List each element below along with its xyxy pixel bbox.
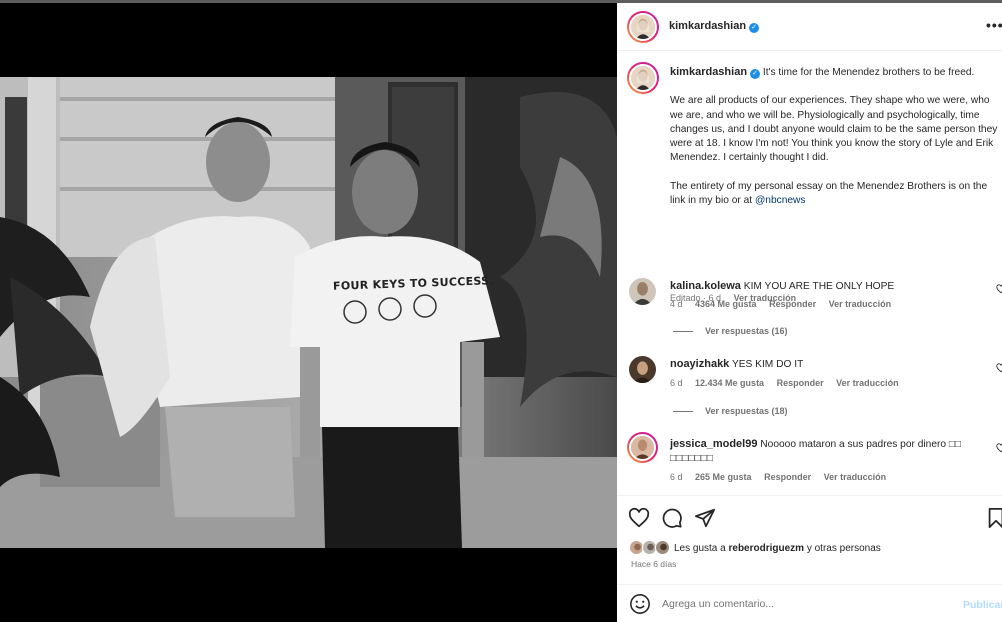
caption-mention-link[interactable]: @nbcnews (755, 195, 806, 206)
comment-likes-count[interactable]: 265 Me gusta (695, 472, 752, 482)
replies-dash (673, 411, 693, 413)
comment-username[interactable]: jessica_model99 (670, 438, 757, 450)
comment-body: YES KIM DO IT (731, 359, 804, 370)
add-comment-bar: Publicar (617, 584, 1002, 622)
post-side-panel: kimkardashian ✓ ••• kimkardashian ✓ It's t… (617, 3, 1002, 622)
author-username[interactable]: kimkardashian ✓ (669, 20, 760, 33)
commenter-avatar[interactable] (629, 356, 656, 383)
view-replies-button[interactable]: Ver respuestas (18) (673, 406, 788, 416)
comment-translate-button[interactable]: Ver traducción (824, 472, 887, 482)
liker-avatar (655, 540, 670, 555)
caption-author-avatar[interactable] (627, 62, 659, 94)
avatar-image (629, 278, 656, 305)
comment-likes-count[interactable]: 4364 Me gusta (695, 299, 757, 309)
comment-input[interactable] (662, 594, 942, 614)
comment-like-heart-icon[interactable] (996, 363, 1002, 373)
view-replies-label[interactable]: Ver respuestas (18) (705, 406, 788, 416)
likes-prefix: Les gusta a (674, 543, 729, 554)
author-avatar[interactable] (627, 11, 659, 43)
likes-summary[interactable]: Les gusta a reberodriguezm y otras perso… (674, 543, 881, 554)
commenter-avatar[interactable] (629, 278, 656, 305)
comment-bubble-icon[interactable] (661, 507, 683, 529)
avatar-image (629, 356, 656, 383)
comment-likes-count[interactable]: 12.434 Me gusta (695, 378, 764, 388)
view-replies-label[interactable]: Ver respuestas (16) (705, 326, 788, 336)
verified-badge-icon: ✓ (750, 69, 761, 79)
comment-meta: 6 d 12.434 Me gusta Responder Ver traduc… (670, 378, 909, 388)
likes-user-link[interactable]: reberodriguezm (728, 543, 804, 554)
verified-badge-icon: ✓ (749, 23, 760, 33)
emoji-picker-icon[interactable] (629, 593, 651, 615)
caption-line-1: It's time for the Menendez brothers to b… (762, 67, 975, 78)
post-timestamp[interactable]: Hace 6 días (631, 559, 676, 569)
comments-scroll-area[interactable]: kimkardashian ✓ It's time for the Menende… (617, 52, 1002, 495)
view-replies-button[interactable]: Ver respuestas (16) (673, 326, 788, 336)
more-options-icon[interactable]: ••• (986, 17, 1002, 33)
comment-body: KIM YOU ARE THE ONLY HOPE (743, 281, 895, 292)
replies-dash (673, 331, 693, 333)
comment-reply-button[interactable]: Responder (777, 378, 824, 388)
comment-translate-button[interactable]: Ver traducción (836, 378, 899, 388)
caption-paragraph-3: The entirety of my personal essay on the… (670, 180, 988, 206)
comment-username[interactable]: kalina.kolewa (670, 280, 741, 292)
author-username-text[interactable]: kimkardashian (669, 20, 746, 32)
commenter-avatar[interactable] (627, 432, 658, 463)
avatar-image (631, 66, 655, 90)
comment-like-heart-icon[interactable] (996, 284, 1002, 294)
post-header: kimkardashian ✓ ••• (617, 3, 1002, 51)
avatar-image (631, 436, 654, 459)
post-caption: kimkardashian ✓ It's time for the Menende… (670, 65, 998, 208)
post-photo: FOUR KEYS TO SUCCESS. (0, 77, 617, 548)
comment-username[interactable]: noayizhakk (670, 358, 729, 370)
comment-meta: 4 d 4364 Me gusta Responder Ver traducci… (670, 299, 901, 309)
likes-suffix: y otras personas (804, 543, 881, 554)
comment-like-heart-icon[interactable] (996, 443, 1002, 453)
caption-paragraph-2: We are all products of our experiences. … (670, 95, 998, 164)
photo-illustration (0, 77, 617, 548)
avatar-image (631, 15, 655, 39)
comment-age: 6 d (670, 378, 683, 388)
comment-text: noayizhakk YES KIM DO IT (670, 357, 970, 372)
caption-username[interactable]: kimkardashian ✓ (670, 66, 761, 79)
save-bookmark-icon[interactable] (985, 507, 1002, 529)
comment-reply-button[interactable]: Responder (764, 472, 811, 482)
share-paper-plane-icon[interactable] (694, 507, 716, 529)
post-media[interactable]: FOUR KEYS TO SUCCESS. (0, 3, 617, 622)
publish-comment-button[interactable]: Publicar (963, 599, 1002, 611)
comment-reply-button[interactable]: Responder (769, 299, 816, 309)
comment-text: kalina.kolewa KIM YOU ARE THE ONLY HOPE (670, 279, 970, 294)
comment-translate-button[interactable]: Ver traducción (829, 299, 892, 309)
comment-age: 4 d (670, 299, 683, 309)
like-heart-icon[interactable] (628, 507, 650, 529)
comment-text: jessica_model99 Nooooo mataron a sus pad… (670, 437, 970, 466)
caption-username-text[interactable]: kimkardashian (670, 66, 747, 78)
comment-meta: 6 d 265 Me gusta Responder Ver traducció… (670, 472, 896, 482)
comment-age: 6 d (670, 472, 683, 482)
